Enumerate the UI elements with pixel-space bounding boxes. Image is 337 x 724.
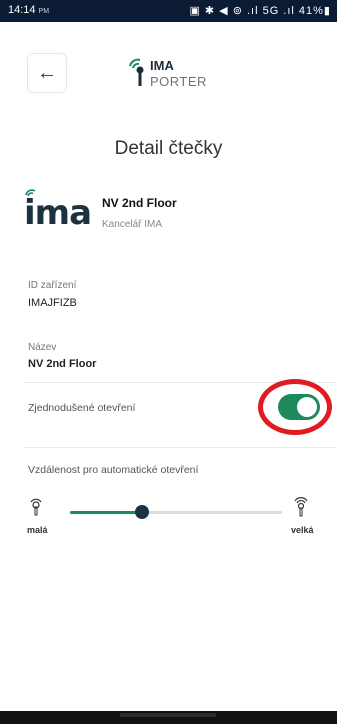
- device-location: Kancelář IMA: [102, 219, 163, 230]
- device-id-label: ID zařízení: [28, 280, 77, 291]
- status-time: 14:14 PM: [8, 4, 50, 16]
- status-bar: 14:14 PM ▣ ✱ ◀ ⊚ .ıl 5G .ıl 41%▮: [0, 0, 337, 22]
- simple-open-label: Zjednodušené otevření: [28, 402, 136, 414]
- system-nav-bar: [0, 711, 337, 724]
- reader-near-icon: [30, 498, 42, 516]
- page-title: Detail čtečky: [114, 138, 223, 159]
- slider-max-label: velká: [291, 525, 314, 535]
- back-button[interactable]: ←: [27, 53, 67, 93]
- distance-slider-thumb[interactable]: [135, 505, 150, 519]
- ima-porter-logo: IMA PORTER: [126, 56, 216, 96]
- device-name-value: NV 2nd Floor: [28, 358, 97, 370]
- annotation-circle: [258, 379, 332, 435]
- slider-min-label: malá: [27, 525, 48, 535]
- auto-open-label: Vzdálenost pro automatické otevření: [28, 464, 199, 476]
- status-icons: ▣ ✱ ◀ ⊚ .ıl 5G .ıl 41%▮: [189, 5, 331, 17]
- device-name: NV 2nd Floor: [102, 196, 177, 210]
- brand-text: ima: [24, 193, 92, 233]
- device-id-value: IMAJFIZB: [28, 297, 77, 309]
- device-brand-logo: ima: [24, 189, 96, 233]
- distance-slider-fill: [70, 511, 143, 514]
- arrow-left-icon: ←: [37, 61, 57, 84]
- reader-far-icon: [294, 497, 308, 517]
- divider: [24, 447, 337, 448]
- logo-ima-text: IMA: [150, 58, 174, 73]
- logo-porter-text: PORTER: [150, 74, 207, 89]
- porter-mark-icon: [129, 58, 144, 86]
- home-indicator[interactable]: [120, 713, 216, 717]
- device-name-label: Název: [28, 342, 57, 353]
